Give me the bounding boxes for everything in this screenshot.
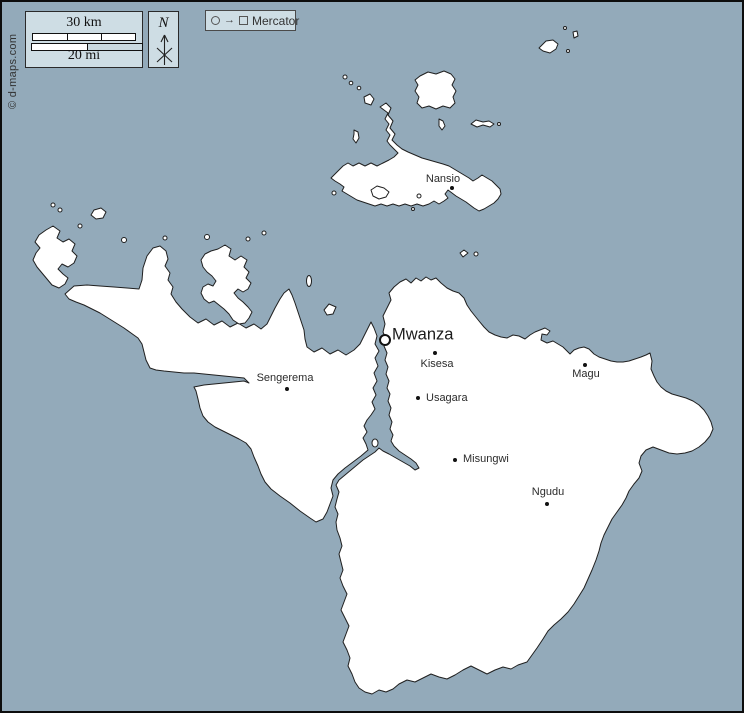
city-label-magu: Magu [572, 368, 600, 380]
scale-mi-label: 20 mi [26, 49, 142, 63]
north-compass-panel: N [148, 11, 179, 68]
city-marker-misungwi [453, 458, 457, 462]
city-marker-kisesa [433, 351, 437, 355]
compass-rose-icon [149, 32, 180, 68]
city-marker-nansio [450, 186, 454, 190]
city-marker-mwanza [379, 334, 391, 346]
city-label-misungwi: Misungwi [463, 453, 509, 465]
scale-bar-segment [67, 34, 101, 40]
scale-bar-segment [33, 34, 67, 40]
scale-km-bar [32, 33, 136, 41]
square-icon [239, 16, 248, 25]
city-label-sengerema: Sengerema [257, 372, 314, 384]
city-label-kisesa: Kisesa [420, 358, 453, 370]
projection-label: Mercator [252, 14, 299, 28]
city-marker-ngudu [545, 502, 549, 506]
city-label-usagara: Usagara [426, 392, 468, 404]
circle-icon [211, 16, 220, 25]
arrow-right-icon: → [224, 16, 235, 25]
scale-bar-segment [101, 34, 135, 40]
scale-km-label: 30 km [26, 16, 142, 30]
copyright-text: © d-maps.com [7, 34, 19, 109]
scale-bar-panel: 30 km 20 mi [25, 11, 143, 68]
projection-panel: → Mercator [205, 10, 296, 31]
map-canvas: Mwanza Nansio Kisesa Magu Usagara Misungwi Ngu… [0, 0, 744, 713]
north-label: N [149, 15, 178, 32]
city-layer: Mwanza Nansio Kisesa Magu Usagara Misungwi Ngu… [2, 2, 742, 711]
city-marker-sengerema [285, 387, 289, 391]
city-label-ngudu: Ngudu [532, 486, 564, 498]
city-label-nansio: Nansio [426, 173, 460, 185]
city-marker-usagara [416, 396, 420, 400]
city-marker-magu [583, 363, 587, 367]
city-label-mwanza: Mwanza [392, 326, 453, 345]
